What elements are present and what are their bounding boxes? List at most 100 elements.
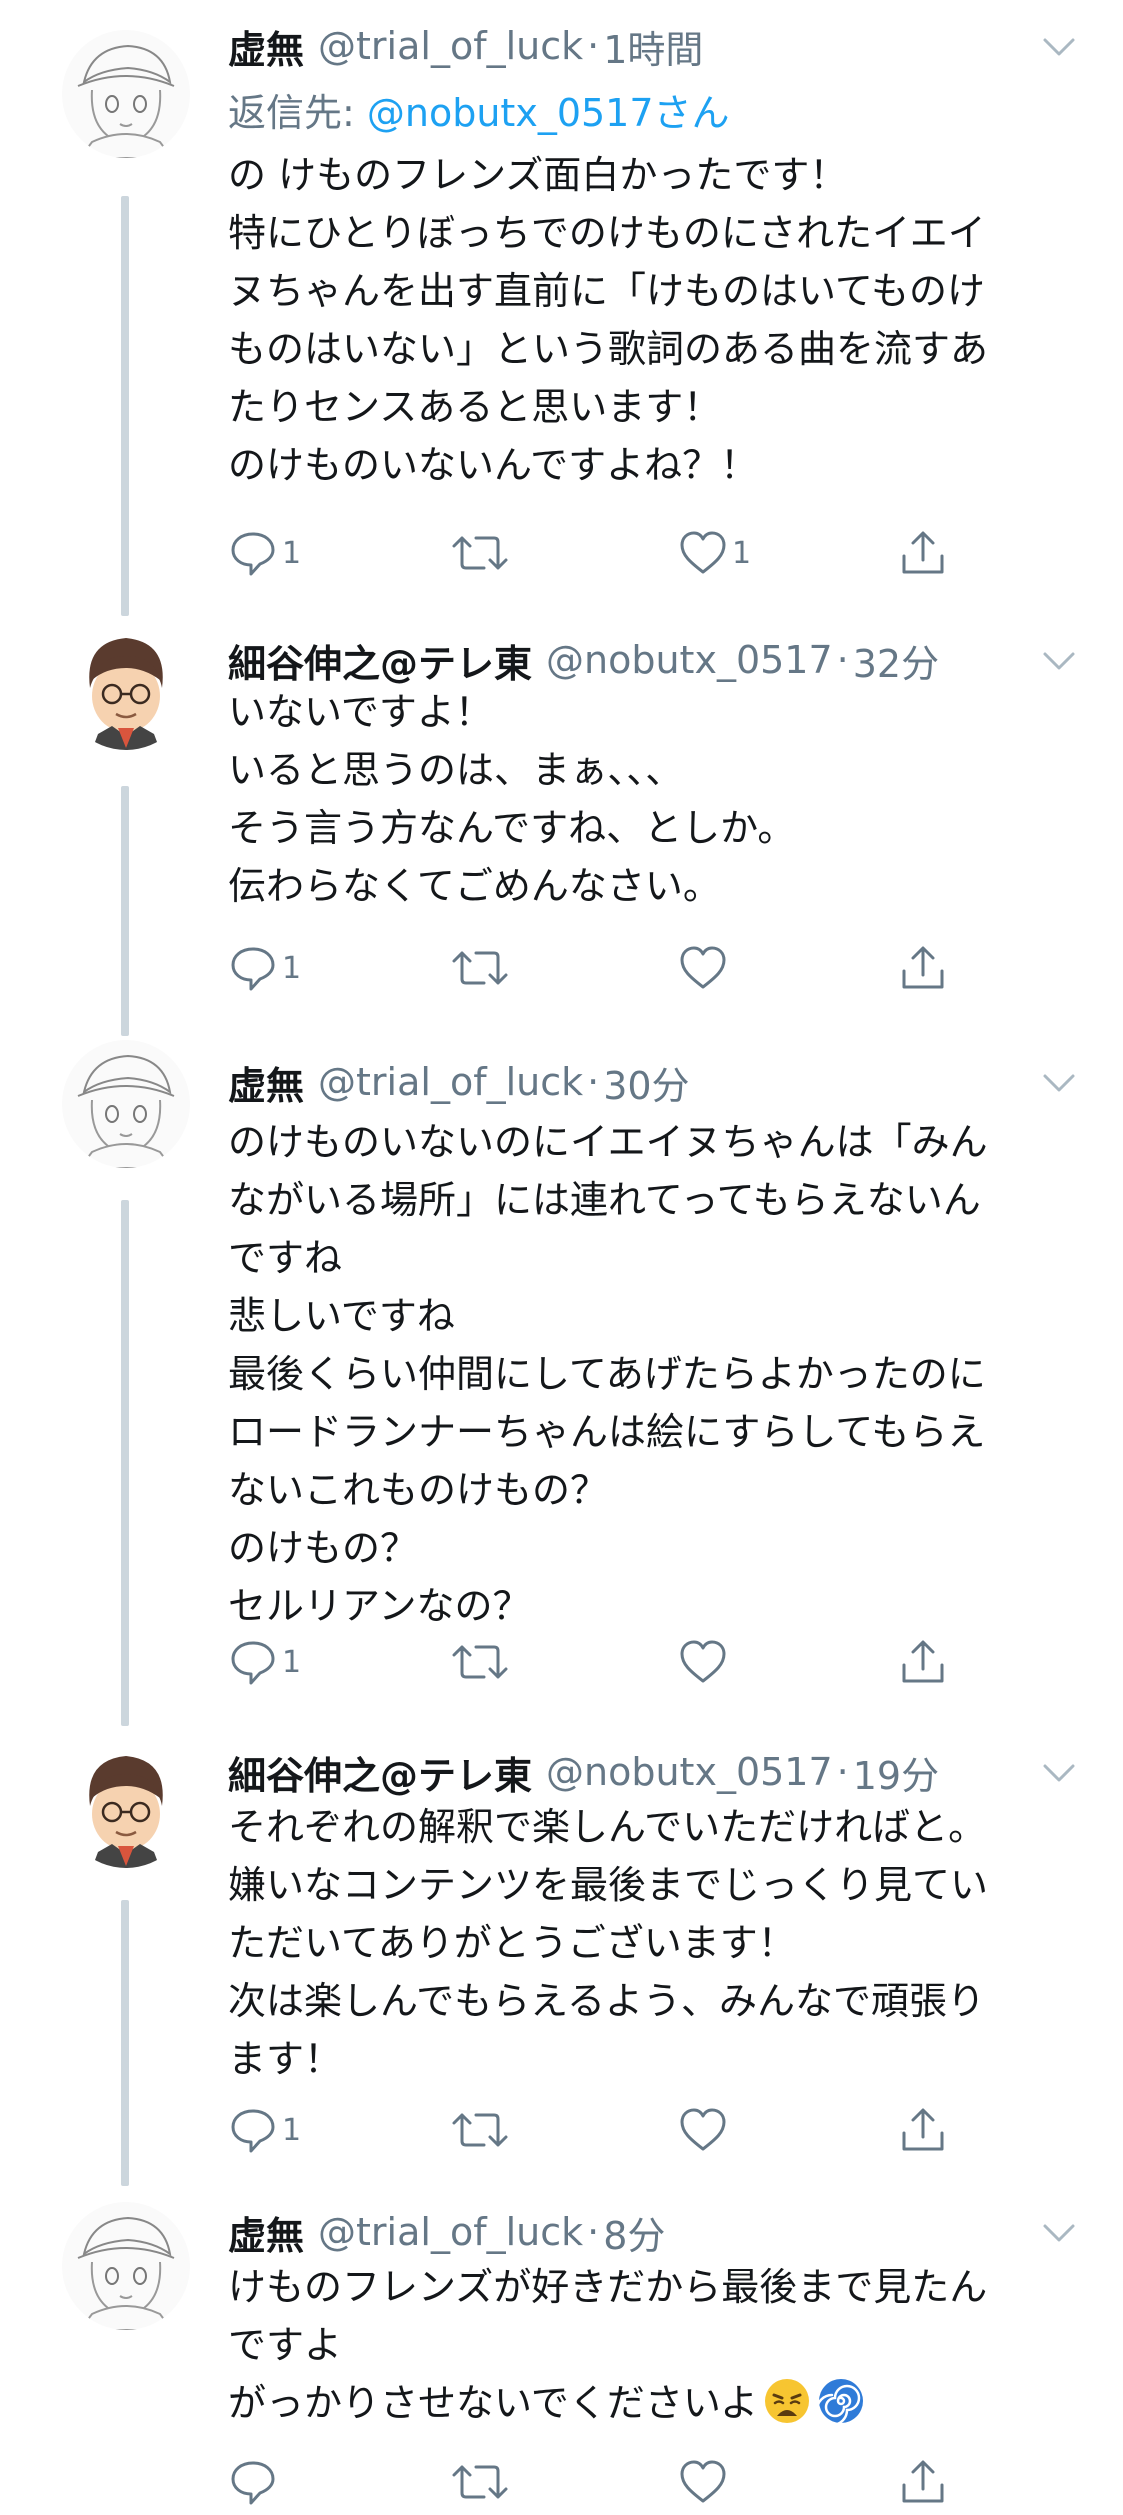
author-handle[interactable]: @nobutx_0517 (546, 1750, 833, 1794)
tweet-text-line: 次は楽しんでもらえるよう、みんなで頑張り (228, 1979, 985, 2023)
author-handle[interactable]: @trial_of_luck (318, 1060, 583, 1104)
cartoon-man-avatar-icon (62, 622, 190, 750)
reply-icon (231, 532, 275, 576)
tweet-text-line: ですよ (228, 2323, 343, 2367)
heart-icon (680, 946, 726, 989)
tweet[interactable]: 細谷伸之@テレ東 @nobutx_0517 · 19分 それぞれの解釈で楽しんで… (0, 1730, 1123, 2190)
chevron-down-icon[interactable] (1035, 1058, 1083, 1106)
retweet-icon (452, 2113, 508, 2147)
chevron-down-icon[interactable] (1035, 636, 1083, 684)
avatar-trial-of-luck[interactable] (62, 30, 190, 158)
timestamp[interactable]: 30分 (603, 1055, 689, 1110)
author-name[interactable]: 細谷伸之@テレ東 (228, 1745, 532, 1800)
reply-count: 1 (282, 950, 302, 986)
timestamp[interactable]: 1時間 (603, 19, 703, 74)
timestamp[interactable]: 8分 (603, 2205, 665, 2260)
reply-icon (231, 947, 275, 991)
tweet[interactable]: 細谷伸之@テレ東 @nobutx_0517 · 32分 いないですよ！ いると思… (0, 620, 1123, 1040)
share-icon (902, 531, 944, 574)
share-button[interactable] (898, 938, 948, 998)
author-handle[interactable]: @nobutx_0517 (546, 638, 833, 682)
retweet-button[interactable] (450, 2100, 510, 2160)
tweet-text-line: いると思うのは、まぁ、、、 (228, 748, 684, 792)
tweet-text-line: ないこれものけもの？ (228, 1468, 609, 1512)
tweet-text-line: 悲しいですね (228, 1294, 455, 1338)
thread-line (121, 1900, 129, 2186)
reply-context: 返信先: @nobutx_0517さん (228, 82, 730, 137)
cartoon-man-avatar-icon (62, 1740, 190, 1868)
reply-count: 1 (282, 535, 302, 571)
tweet-text: のけものいないのにイエイヌちゃんは「みん ながいる場所」には連れてってもらえない… (228, 1113, 1088, 1635)
author-handle[interactable]: @trial_of_luck (318, 24, 583, 68)
reply-button[interactable]: 1 (228, 938, 301, 998)
reply-button[interactable]: 1 (228, 523, 301, 583)
timestamp[interactable]: 19分 (853, 1745, 939, 1800)
author-handle[interactable]: @trial_of_luck (318, 2210, 583, 2254)
tweet[interactable]: 虚無 @trial_of_luck · 8分 けものフレンズが好きだから最後まで… (0, 2190, 1123, 2515)
tweet-text-line: のけものいないんですよね？！ (228, 443, 759, 487)
avatar-nobutx[interactable] (62, 1740, 190, 1868)
avatar-trial-of-luck[interactable] (62, 2202, 190, 2330)
tweet-text-line: ながいる場所」には連れてってもらえないん (228, 1178, 981, 1222)
chevron-down-icon[interactable] (1035, 1748, 1083, 1796)
author-name[interactable]: 細谷伸之@テレ東 (228, 633, 532, 688)
like-button[interactable]: 1 (678, 523, 751, 583)
tweet[interactable]: 虚無 @trial_of_luck · 30分 のけものいないのにイエイヌちゃん… (0, 1040, 1123, 1730)
tweet-header: 虚無 @trial_of_luck · 30分 (228, 1054, 1043, 1110)
tweet-actions: 1 (228, 938, 988, 998)
share-button[interactable] (898, 2100, 948, 2160)
tweet-text-line-text: がっかりさせないでくださいよ (228, 2381, 759, 2425)
retweet-button[interactable] (450, 938, 510, 998)
tweet-text-line: ただいてありがとうございます！ (228, 1921, 796, 1965)
chevron-down-icon[interactable] (1035, 2208, 1083, 2256)
reply-icon (231, 1641, 275, 1685)
tweet-text-line: ヌちゃんを出す直前に「けものはいてものけ (228, 269, 985, 313)
author-name[interactable]: 虚無 (228, 1055, 304, 1110)
like-button[interactable] (678, 2452, 732, 2512)
chevron-down-icon[interactable] (1035, 22, 1083, 70)
tweet-text-line: そう言う方なんですね、としか。 (228, 806, 796, 850)
cyclone-emoji-icon (816, 2379, 864, 2426)
tweet-text-line: それぞれの解釈で楽しんでいただければと。 (228, 1805, 987, 1849)
reply-button[interactable] (228, 2452, 282, 2512)
tweet-text-line: のけもの？ (228, 1526, 419, 1570)
tweet-text-line: たりセンスあると思います！ (228, 385, 722, 429)
retweet-icon (452, 951, 508, 985)
share-button[interactable] (898, 2452, 948, 2512)
tweet-text-line: 嫌いなコンテンツを最後までじっくり見てい (228, 1863, 989, 1907)
reply-button[interactable]: 1 (228, 1632, 301, 1692)
heart-icon (680, 2108, 726, 2151)
tweet-text-line: 伝わらなくてごめんなさい。 (228, 864, 721, 908)
author-name[interactable]: 虚無 (228, 19, 304, 74)
separator-dot: · (587, 2210, 600, 2254)
avatar-trial-of-luck[interactable] (62, 1040, 190, 1168)
share-button[interactable] (898, 1632, 948, 1692)
tweet-text: いないですよ！ いると思うのは、まぁ、、、 そう言う方なんですね、としか。 伝わ… (228, 683, 1088, 915)
retweet-button[interactable] (450, 2452, 510, 2512)
sketch-avatar-icon (62, 1040, 190, 1168)
like-button[interactable] (678, 938, 732, 998)
separator-dot: · (587, 1060, 600, 1104)
tweet-text: けものフレンズが好きだから最後まで見たん ですよ がっかりさせないでくださいよ (228, 2258, 1088, 2432)
share-icon (902, 2460, 944, 2503)
reply-button[interactable]: 1 (228, 2100, 301, 2160)
retweet-button[interactable] (450, 523, 510, 583)
tweet-text-line: ですね (228, 1236, 343, 1280)
avatar-nobutx[interactable] (62, 622, 190, 750)
share-icon (902, 1640, 944, 1683)
tweet-text-line: けものフレンズが好きだから最後まで見たん (228, 2265, 988, 2309)
heart-icon (680, 2460, 726, 2503)
tweet[interactable]: 虚無 @trial_of_luck · 1時間 返信先: @nobutx_051… (0, 0, 1123, 620)
like-button[interactable] (678, 1632, 732, 1692)
retweet-icon (452, 536, 508, 570)
author-name[interactable]: 虚無 (228, 2205, 304, 2260)
share-icon (902, 946, 944, 989)
timestamp[interactable]: 32分 (853, 633, 939, 688)
share-button[interactable] (898, 523, 948, 583)
reply-mention-link[interactable]: @nobutx_0517さん (367, 91, 730, 135)
tweet-header: 虚無 @trial_of_luck · 1時間 (228, 18, 1043, 74)
like-button[interactable] (678, 2100, 732, 2160)
retweet-button[interactable] (450, 1632, 510, 1692)
tweet-text-line: の けものフレンズ面白かったです！ (228, 153, 848, 197)
reply-count: 1 (282, 1644, 302, 1680)
